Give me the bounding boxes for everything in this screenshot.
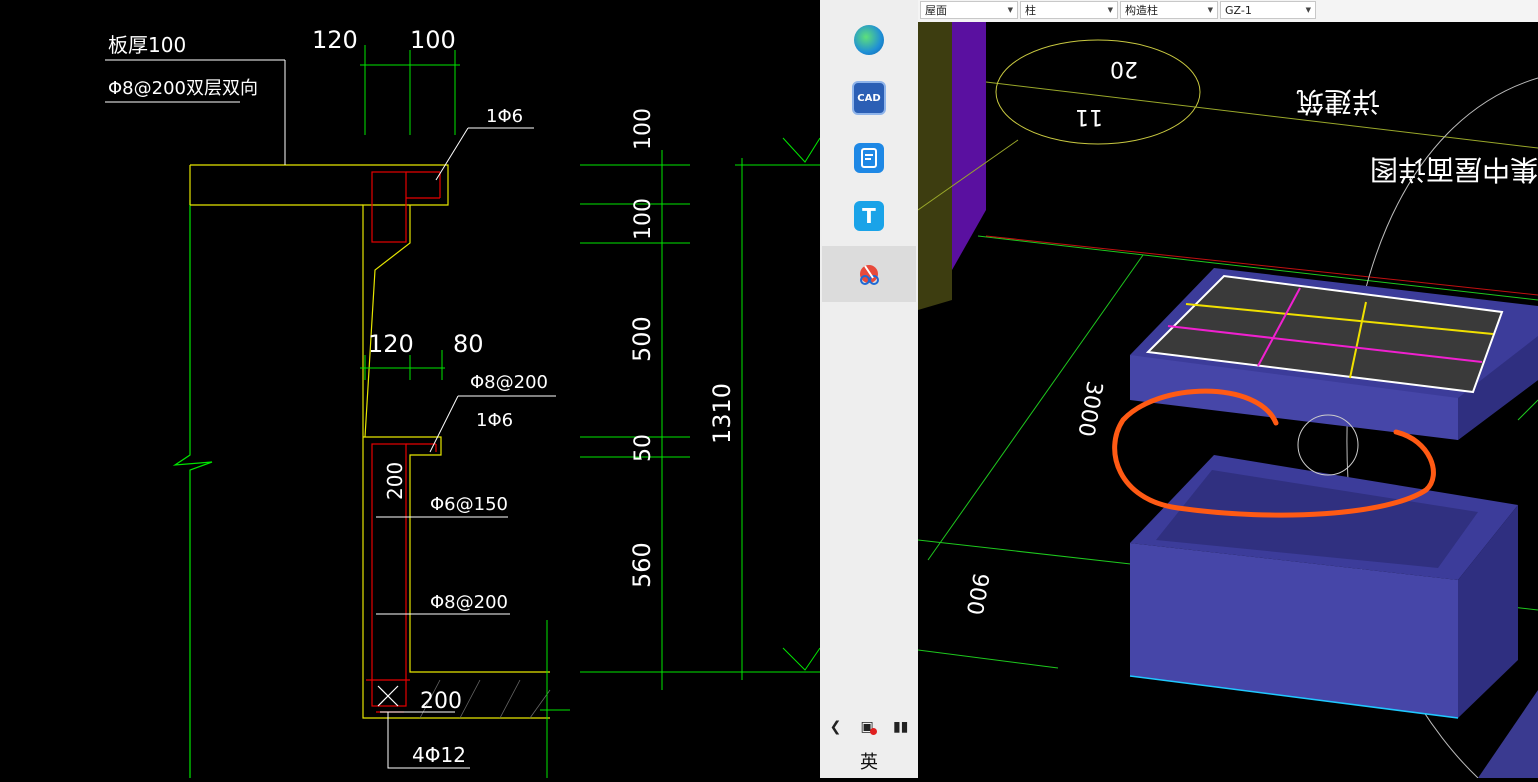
v-dim-0: 100 bbox=[631, 108, 656, 150]
label-text1: 详建筑 bbox=[1296, 85, 1380, 118]
bar-top-label: 1Φ6 bbox=[486, 106, 523, 127]
leader-mid bbox=[429, 395, 459, 453]
taskbar-app-doc[interactable] bbox=[822, 130, 916, 186]
break-line bbox=[172, 200, 213, 778]
ime-indicator[interactable]: 英 bbox=[820, 748, 918, 774]
capture-icon[interactable]: ▣ bbox=[861, 719, 877, 735]
t-icon: T bbox=[854, 201, 884, 231]
chevron-down-icon: ▼ bbox=[1007, 6, 1013, 14]
grid-lines bbox=[918, 81, 1538, 211]
v-dim-4: 560 bbox=[628, 542, 656, 588]
leader-top-bar bbox=[435, 127, 469, 181]
element-select-value: GZ-1 bbox=[1225, 3, 1252, 17]
total-height: 1310 bbox=[708, 383, 736, 444]
battery-icon[interactable]: ▮▮ bbox=[893, 719, 908, 735]
wall-purple bbox=[952, 22, 986, 270]
category-select-value: 柱 bbox=[1025, 4, 1036, 17]
dim-top-100: 100 bbox=[410, 26, 456, 54]
chevron-down-icon: ▼ bbox=[1207, 6, 1213, 14]
snip-icon bbox=[854, 259, 884, 289]
element-select[interactable]: GZ-1 ▼ bbox=[1220, 1, 1316, 19]
view-toolbar: 屋面 ▼ 柱 ▼ 构造柱 ▼ GZ-1 ▼ bbox=[918, 0, 1538, 22]
label-text2: 集中屋面详图 bbox=[1370, 153, 1538, 186]
dim-200-vertical: 200 bbox=[383, 462, 407, 500]
wall-olive bbox=[918, 22, 952, 310]
v-dim-3: 50 bbox=[631, 434, 656, 462]
category-select[interactable]: 柱 ▼ bbox=[1020, 1, 1118, 19]
rebar-mid-label: Φ8@200 bbox=[470, 372, 548, 393]
cad-icon: CAD bbox=[852, 81, 886, 115]
slab-outline bbox=[190, 164, 449, 437]
doc-icon bbox=[854, 143, 884, 173]
dim-base-200: 200 bbox=[420, 689, 462, 714]
dim-mid-120: 120 bbox=[368, 330, 414, 358]
type-select[interactable]: 构造柱 ▼ bbox=[1120, 1, 1218, 19]
taskbar-app-edge[interactable] bbox=[822, 12, 916, 68]
dim-3000: 3000 bbox=[1072, 379, 1106, 438]
bottom-bars-label: 4Φ12 bbox=[412, 743, 466, 767]
cad-canvas: 板厚100 Φ8@200双层双向 120 100 1Φ6 120 80 Φ8@2… bbox=[105, 26, 821, 778]
dim-900: 900 bbox=[961, 571, 993, 617]
system-tray: ❮ ▣ ▮▮ bbox=[820, 712, 918, 742]
right-dimensions bbox=[580, 137, 821, 690]
taskbar-panel: CAD T ❮ ▣ ▮▮ 英 bbox=[820, 0, 918, 778]
3d-canvas: 20 11 详建筑 集中屋面详图 3000 900 bbox=[918, 22, 1538, 778]
rebar-low-label: Φ8@200 bbox=[430, 592, 508, 613]
3d-view[interactable]: 20 11 详建筑 集中屋面详图 3000 900 bbox=[918, 0, 1538, 778]
taskbar-app-t[interactable]: T bbox=[822, 188, 916, 244]
slab-rebar-label: Φ8@200双层双向 bbox=[108, 78, 258, 99]
floor-select-value: 屋面 bbox=[925, 4, 947, 17]
taskbar-app-snip[interactable] bbox=[822, 246, 916, 302]
slab-thickness-label: 板厚100 bbox=[108, 33, 186, 57]
stirrup-label: Φ6@150 bbox=[430, 494, 508, 515]
cad-drawing-area[interactable]: 板厚100 Φ8@200双层双向 120 100 1Φ6 120 80 Φ8@2… bbox=[0, 0, 821, 778]
label-11: 11 bbox=[1075, 104, 1103, 129]
corner-box bbox=[1478, 690, 1538, 778]
v-dim-1: 100 bbox=[631, 198, 656, 240]
dim-top-120: 120 bbox=[312, 26, 358, 54]
chevron-down-icon: ▼ bbox=[1107, 6, 1113, 14]
type-select-value: 构造柱 bbox=[1125, 4, 1158, 17]
dim-mid-80: 80 bbox=[453, 330, 484, 358]
chevron-down-icon: ▼ bbox=[1305, 6, 1311, 14]
label-20: 20 bbox=[1110, 56, 1138, 81]
bar-mid-label: 1Φ6 bbox=[476, 410, 513, 431]
floor-select[interactable]: 屋面 ▼ bbox=[920, 1, 1018, 19]
chevron-left-icon[interactable]: ❮ bbox=[830, 719, 842, 735]
top-dimensions bbox=[360, 45, 570, 778]
top-rebar-cage bbox=[371, 171, 407, 243]
taskbar-app-cad[interactable]: CAD bbox=[822, 70, 916, 126]
v-dim-2: 500 bbox=[628, 316, 656, 362]
edge-icon bbox=[854, 25, 884, 55]
